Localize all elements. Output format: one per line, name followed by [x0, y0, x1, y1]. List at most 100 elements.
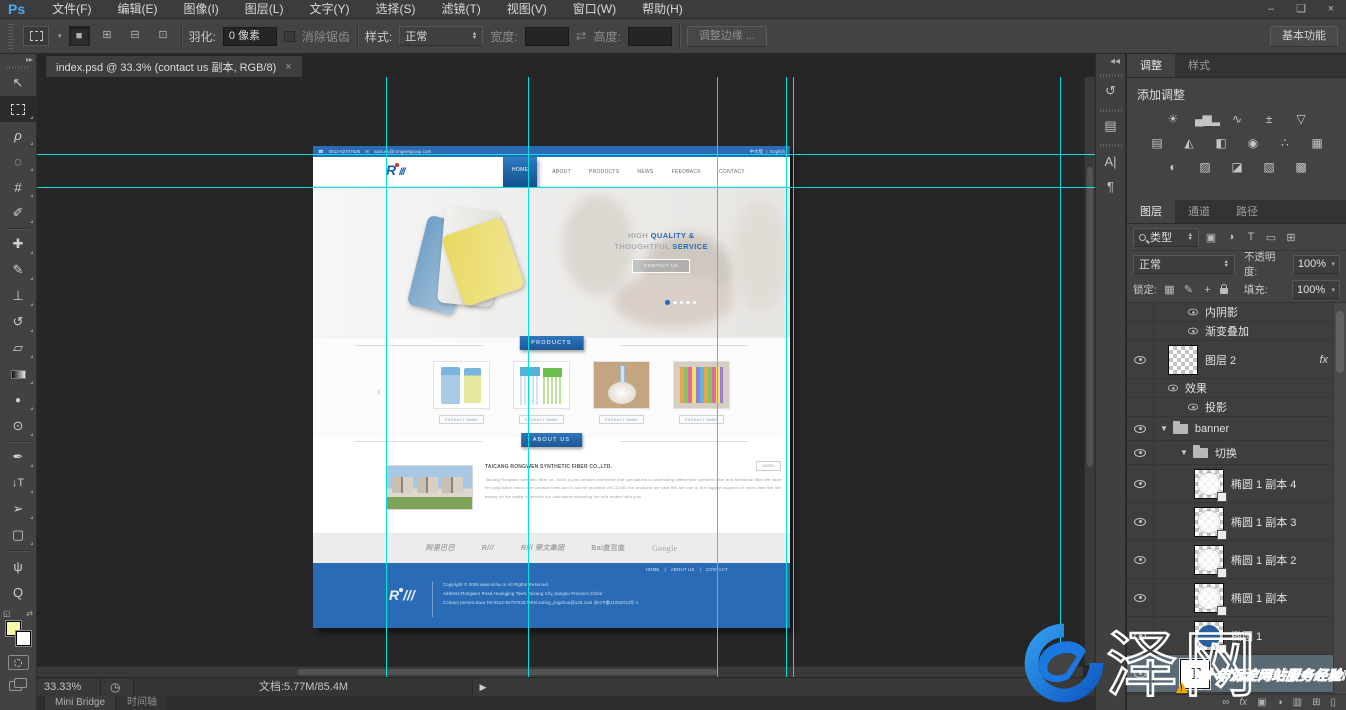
layer-effects-header[interactable]: 效果 — [1127, 379, 1346, 398]
menu-image[interactable]: 图像(I) — [170, 0, 231, 19]
vibrance-icon[interactable]: ▽ — [1291, 112, 1310, 127]
layer-row-ellipse1[interactable]: 椭圆 1 — [1127, 617, 1346, 655]
menu-help[interactable]: 帮助(H) — [629, 0, 696, 19]
lock-pixels-icon[interactable]: ✎ — [1182, 283, 1195, 296]
tab-mini-bridge[interactable]: Mini Bridge — [45, 696, 115, 710]
link-layers-icon[interactable]: ∞ — [1222, 697, 1229, 708]
style-select[interactable]: 正常▲▼ — [399, 26, 483, 46]
history-brush-tool[interactable]: ↺ — [0, 309, 37, 335]
layer-group-banner[interactable]: ▼ banner — [1127, 417, 1346, 441]
guide-vertical[interactable] — [386, 77, 387, 677]
tab-paths[interactable]: 路径 — [1223, 200, 1271, 223]
levels-icon[interactable]: ▄▆▂ — [1195, 112, 1214, 127]
document-page[interactable]: ☎ 0512-82707626 ✉ sara.wu@rongweigroup.c… — [313, 146, 790, 628]
feather-input[interactable]: 0 像素 — [223, 27, 277, 46]
layer-effect-gradient-overlay[interactable]: 渐变叠加 — [1127, 322, 1346, 341]
layer-thumbnail[interactable] — [1168, 345, 1198, 375]
filter-smart-objects-icon[interactable]: ⊞ — [1283, 231, 1299, 244]
layers-scrollbar[interactable] — [1333, 303, 1346, 694]
threshold-icon[interactable]: ◪ — [1227, 160, 1246, 175]
screen-mode-button[interactable] — [9, 678, 28, 692]
layer-row-ellipse-copy[interactable]: 椭圆 1 副本 — [1127, 579, 1346, 617]
layer-effect-inner-shadow[interactable]: 内阴影 — [1127, 303, 1346, 322]
background-color-swatch[interactable] — [16, 631, 31, 646]
zoom-tool[interactable]: Q — [0, 579, 37, 605]
eyedropper-tool[interactable]: ✐ — [0, 200, 37, 226]
visibility-eye-icon[interactable] — [1134, 518, 1146, 526]
black-white-icon[interactable]: ◧ — [1211, 136, 1230, 151]
preset-dropdown-arrow[interactable]: ▾ — [58, 32, 62, 40]
minimize-button[interactable]: – — [1256, 0, 1286, 19]
fx-badge[interactable]: fx — [1319, 354, 1328, 366]
swap-colors-icon[interactable]: ⇄ — [26, 609, 33, 618]
refine-edge-button[interactable]: 调整边缘 ... — [687, 26, 767, 47]
lock-position-icon[interactable]: + — [1201, 284, 1214, 296]
visibility-eye-icon[interactable] — [1134, 670, 1146, 678]
vertical-type-tool[interactable]: ↓T — [0, 470, 37, 496]
tool-preset-picker[interactable] — [23, 26, 49, 46]
tab-layers[interactable]: 图层 — [1127, 200, 1175, 223]
character-panel-button[interactable]: A| — [1099, 150, 1123, 172]
posterize-icon[interactable]: ▨ — [1195, 160, 1214, 175]
tab-close-icon[interactable]: × — [285, 61, 291, 73]
menu-window[interactable]: 窗口(W) — [560, 0, 629, 19]
visibility-eye-icon[interactable] — [1134, 449, 1146, 457]
height-input[interactable] — [628, 27, 672, 46]
color-lookup-icon[interactable]: ▦ — [1307, 136, 1326, 151]
path-selection-tool[interactable]: ➢ — [0, 496, 37, 522]
gradient-map-icon[interactable]: ▧ — [1259, 160, 1278, 175]
antialias-checkbox[interactable] — [284, 31, 295, 42]
visibility-eye-icon[interactable] — [1134, 632, 1146, 640]
opacity-input[interactable]: 100%▾ — [1293, 255, 1340, 274]
shape-layer-thumbnail[interactable] — [1194, 583, 1224, 613]
guide-vertical[interactable] — [717, 77, 718, 677]
fill-input[interactable]: 100%▾ — [1292, 280, 1340, 299]
paragraph-panel-button[interactable]: ¶ — [1099, 175, 1123, 197]
tab-styles[interactable]: 样式 — [1175, 54, 1223, 77]
zoom-level-input[interactable]: 33.33% — [37, 678, 101, 696]
lock-all-icon[interactable] — [1220, 288, 1228, 294]
layer-effect-drop-shadow[interactable]: 投影 — [1127, 398, 1346, 417]
guide-horizontal[interactable] — [37, 187, 1095, 188]
layer-group-switch[interactable]: ▼ 切换 — [1127, 441, 1346, 465]
menu-file[interactable]: 文件(F) — [39, 0, 104, 19]
spot-healing-brush-tool[interactable]: ✚ — [0, 231, 37, 257]
exposure-icon[interactable]: ± — [1259, 112, 1278, 127]
canvas-horizontal-scrollbar[interactable] — [37, 666, 1083, 677]
filter-type-layers-icon[interactable]: T — [1243, 231, 1259, 243]
guide-vertical[interactable] — [786, 77, 787, 677]
pen-tool[interactable]: ✒ — [0, 444, 37, 470]
expand-panels-button[interactable]: ◂◂ — [1110, 54, 1125, 67]
layer-style-icon[interactable]: fx — [1239, 697, 1247, 708]
canvas-vertical-scrollbar[interactable] — [1084, 77, 1095, 665]
guide-vertical[interactable] — [528, 77, 529, 677]
move-tool[interactable]: ↖ — [0, 70, 37, 96]
layer-row-ellipse-copy3[interactable]: 椭圆 1 副本 3 — [1127, 503, 1346, 541]
clone-stamp-tool[interactable]: ⊥ — [0, 283, 37, 309]
selection-mode-add[interactable]: ⊞ — [97, 26, 118, 46]
new-group-icon[interactable]: ▥ — [1293, 697, 1302, 708]
gradient-tool[interactable] — [0, 361, 37, 387]
menu-type[interactable]: 文字(Y) — [296, 0, 362, 19]
visibility-eye-icon[interactable] — [1134, 594, 1146, 602]
photo-filter-icon[interactable]: ◉ — [1243, 136, 1262, 151]
guide-horizontal[interactable] — [37, 154, 1095, 155]
restore-button[interactable]: ❑ — [1286, 0, 1316, 19]
shape-layer-thumbnail[interactable] — [1194, 545, 1224, 575]
width-input[interactable] — [525, 27, 569, 46]
blur-tool[interactable]: ● — [0, 387, 37, 413]
properties-panel-button[interactable]: ▤ — [1099, 115, 1123, 137]
layer-row-ellipse-copy2[interactable]: 椭圆 1 副本 2 — [1127, 541, 1346, 579]
layer-row-layer2[interactable]: 图层 2 fx — [1127, 341, 1346, 379]
workspace-switcher-button[interactable]: 基本功能 — [1270, 26, 1338, 47]
layer-row-contact-us-copy[interactable]: T contact us 副本 — [1127, 655, 1346, 693]
crop-tool[interactable]: # — [0, 174, 37, 200]
close-button[interactable]: × — [1316, 0, 1346, 19]
visibility-eye-icon[interactable] — [1188, 328, 1198, 335]
filter-shape-layers-icon[interactable]: ▭ — [1263, 231, 1279, 244]
shape-layer-thumbnail[interactable] — [1194, 621, 1224, 651]
default-colors-icon[interactable]: ◱ — [3, 609, 11, 618]
quick-selection-tool[interactable]: ◌ — [0, 148, 37, 174]
history-panel-button[interactable]: ↺ — [1099, 80, 1123, 102]
lock-transparency-icon[interactable]: ▦ — [1163, 283, 1176, 296]
